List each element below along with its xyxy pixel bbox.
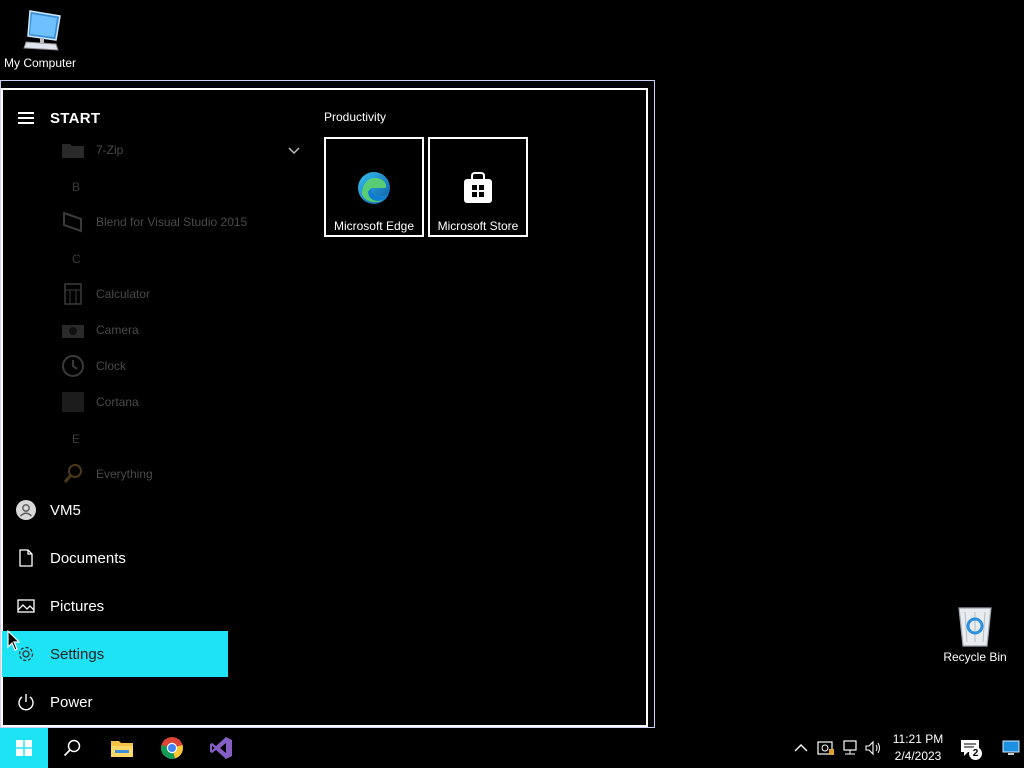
notification-count-badge: 2: [969, 747, 982, 760]
tile-group-title[interactable]: Productivity: [324, 110, 386, 124]
desktop-preview-icon: [1002, 740, 1020, 755]
taskbar: 11:21 PM 2/4/2023 2: [0, 728, 1024, 768]
blend-icon: [60, 211, 86, 233]
user-avatar-icon: [2, 500, 50, 520]
app-list-item-calculator[interactable]: Calculator: [60, 282, 150, 306]
chrome-icon: [161, 737, 183, 759]
tile-label: Microsoft Store: [437, 219, 519, 233]
camera-icon: [60, 319, 86, 341]
recycle-bin-icon: [958, 607, 992, 647]
network-icon-button[interactable]: [839, 728, 861, 768]
show-hidden-icons-button[interactable]: [790, 728, 812, 768]
taskbar-search-button[interactable]: [48, 728, 96, 768]
nav-label: VM5: [50, 501, 81, 519]
tile-label: Microsoft Edge: [333, 219, 415, 233]
desktop-icon-my-computer[interactable]: My Computer: [0, 8, 80, 70]
taskbar-clock[interactable]: 11:21 PM 2/4/2023: [887, 731, 949, 765]
nav-settings[interactable]: Settings: [2, 631, 228, 677]
tile-microsoft-edge[interactable]: Microsoft Edge: [324, 137, 424, 237]
app-list-letter-b[interactable]: B: [72, 180, 80, 194]
hamburger-menu-icon[interactable]: [18, 112, 34, 124]
clock-date: 2/4/2023: [894, 749, 942, 763]
app-list-label: Calculator: [96, 287, 151, 301]
clock-time: 11:21 PM: [892, 732, 944, 746]
taskbar-file-explorer[interactable]: [98, 728, 146, 768]
app-list-letter-e[interactable]: E: [72, 432, 80, 446]
tray-app-icon: [817, 741, 834, 755]
search-icon: [63, 739, 81, 757]
start-button[interactable]: [0, 728, 48, 768]
show-desktop-button[interactable]: [998, 728, 1024, 768]
app-list-item-blend[interactable]: Blend for Visual Studio 2015: [60, 210, 247, 234]
visual-studio-icon: [210, 737, 232, 759]
desktop-icon-label: Recycle Bin: [943, 650, 1007, 664]
clock-icon: [60, 355, 86, 377]
nav-user-account[interactable]: VM5: [2, 487, 228, 533]
calculator-icon: [60, 283, 86, 305]
app-list-label: Everything: [96, 467, 153, 481]
store-icon: [464, 172, 492, 203]
app-list-item-clock[interactable]: Clock: [60, 354, 126, 378]
app-list-label: Blend for Visual Studio 2015: [96, 215, 248, 229]
tray-app-icon[interactable]: [815, 728, 837, 768]
volume-button[interactable]: [862, 728, 884, 768]
desktop-icon-label: My Computer: [3, 56, 77, 70]
volume-icon: [865, 740, 880, 756]
nav-label: Pictures: [50, 597, 105, 615]
chevron-down-icon[interactable]: [288, 144, 300, 158]
nav-power[interactable]: Power: [2, 679, 228, 725]
document-icon: [2, 549, 50, 567]
folder-icon: [111, 741, 133, 757]
app-list-label: 7-Zip: [96, 143, 124, 157]
app-list-label: Clock: [96, 359, 127, 373]
app-list-label: Cortana: [96, 395, 139, 409]
app-list-item-cortana[interactable]: Cortana: [60, 390, 139, 414]
nav-label: Documents: [50, 549, 126, 567]
nav-label: Settings: [50, 645, 105, 663]
tile-microsoft-store[interactable]: Microsoft Store: [428, 137, 528, 237]
desktop: My Computer Recycle Bin START 7-Zip B Bl…: [0, 0, 1024, 728]
app-list-item-everything[interactable]: Everything: [60, 462, 153, 486]
mouse-cursor-icon: [7, 630, 21, 651]
app-list-item-7zip[interactable]: 7-Zip: [60, 138, 123, 162]
nav-pictures[interactable]: Pictures: [2, 583, 228, 629]
app-list-label: Camera: [96, 323, 139, 337]
picture-icon: [2, 599, 50, 613]
cortana-icon: [60, 391, 86, 413]
taskbar-chrome[interactable]: [148, 728, 196, 768]
search-icon: [60, 463, 86, 485]
windows-icon: [16, 740, 32, 756]
nav-documents[interactable]: Documents: [2, 535, 228, 581]
chevron-up-icon: [794, 744, 808, 752]
desktop-icon-recycle-bin[interactable]: Recycle Bin: [935, 602, 1015, 664]
computer-icon: [23, 10, 61, 51]
start-menu-title: START: [50, 110, 101, 127]
network-icon: [843, 740, 857, 755]
taskbar-visual-studio[interactable]: [197, 728, 245, 768]
power-icon: [2, 693, 50, 711]
edge-icon: [358, 172, 390, 204]
app-list-letter-c[interactable]: C: [72, 252, 81, 266]
nav-label: Power: [50, 693, 93, 711]
folder-icon: [60, 139, 86, 161]
app-list-item-camera[interactable]: Camera: [60, 318, 139, 342]
